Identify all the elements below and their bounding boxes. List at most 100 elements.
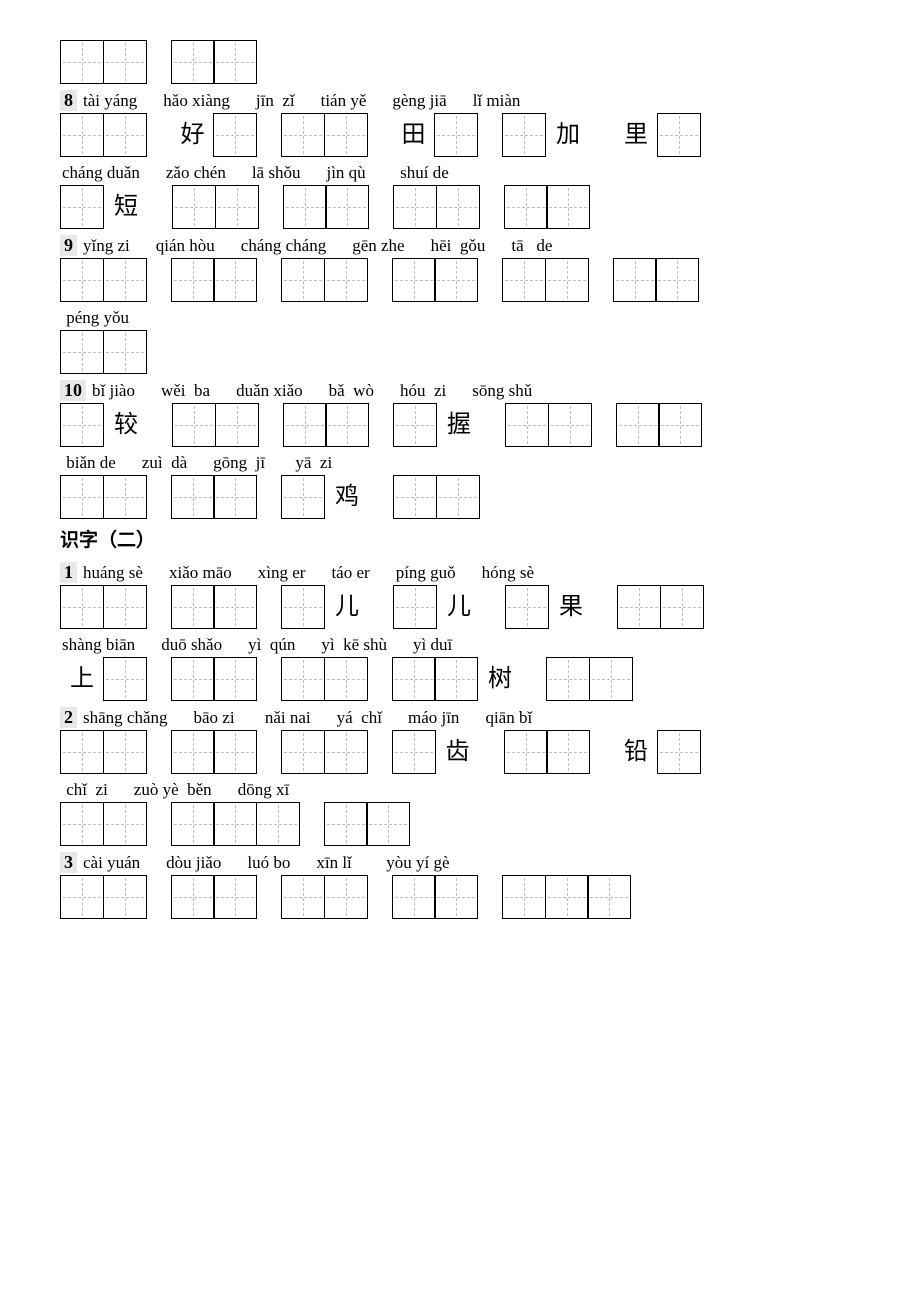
writing-box[interactable] bbox=[660, 585, 704, 629]
writing-box[interactable] bbox=[657, 113, 701, 157]
writing-box[interactable] bbox=[392, 258, 436, 302]
writing-box[interactable] bbox=[60, 585, 104, 629]
given-character: 儿 bbox=[437, 585, 481, 629]
writing-box[interactable] bbox=[281, 258, 325, 302]
writing-box[interactable] bbox=[171, 475, 215, 519]
writing-box[interactable] bbox=[213, 730, 257, 774]
writing-box[interactable] bbox=[171, 40, 215, 84]
writing-box[interactable] bbox=[613, 258, 657, 302]
writing-box[interactable] bbox=[617, 585, 661, 629]
writing-box[interactable] bbox=[545, 258, 589, 302]
writing-box[interactable] bbox=[392, 657, 436, 701]
writing-box[interactable] bbox=[60, 185, 104, 229]
writing-box[interactable] bbox=[658, 403, 702, 447]
writing-box[interactable] bbox=[103, 730, 147, 774]
writing-box[interactable] bbox=[103, 585, 147, 629]
writing-box[interactable] bbox=[546, 657, 590, 701]
writing-box[interactable] bbox=[213, 585, 257, 629]
writing-box[interactable] bbox=[281, 657, 325, 701]
writing-box[interactable] bbox=[505, 403, 549, 447]
writing-box[interactable] bbox=[502, 258, 546, 302]
writing-box[interactable] bbox=[324, 730, 368, 774]
writing-box[interactable] bbox=[436, 475, 480, 519]
writing-box[interactable] bbox=[504, 730, 548, 774]
writing-box[interactable] bbox=[171, 802, 215, 846]
writing-box[interactable] bbox=[60, 730, 104, 774]
writing-box[interactable] bbox=[213, 258, 257, 302]
writing-box[interactable] bbox=[366, 802, 410, 846]
writing-box[interactable] bbox=[281, 585, 325, 629]
writing-box[interactable] bbox=[60, 403, 104, 447]
writing-box[interactable] bbox=[548, 403, 592, 447]
writing-box[interactable] bbox=[502, 113, 546, 157]
writing-box[interactable] bbox=[505, 585, 549, 629]
writing-box[interactable] bbox=[324, 657, 368, 701]
writing-box[interactable] bbox=[281, 730, 325, 774]
writing-box[interactable] bbox=[171, 258, 215, 302]
writing-box[interactable] bbox=[281, 475, 325, 519]
writing-box[interactable] bbox=[213, 802, 257, 846]
writing-box[interactable] bbox=[60, 40, 104, 84]
writing-box[interactable] bbox=[171, 657, 215, 701]
writing-box[interactable] bbox=[60, 330, 104, 374]
pinyin-text: píng guǒ bbox=[396, 563, 456, 583]
writing-box[interactable] bbox=[616, 403, 660, 447]
writing-box[interactable] bbox=[392, 875, 436, 919]
writing-box[interactable] bbox=[324, 875, 368, 919]
writing-box[interactable] bbox=[325, 403, 369, 447]
writing-box[interactable] bbox=[60, 475, 104, 519]
writing-box[interactable] bbox=[103, 475, 147, 519]
writing-box[interactable] bbox=[213, 113, 257, 157]
writing-box[interactable] bbox=[434, 657, 478, 701]
writing-box[interactable] bbox=[103, 40, 147, 84]
writing-box[interactable] bbox=[60, 113, 104, 157]
writing-box[interactable] bbox=[324, 113, 368, 157]
writing-box[interactable] bbox=[60, 802, 104, 846]
writing-box[interactable] bbox=[436, 185, 480, 229]
writing-box[interactable] bbox=[103, 258, 147, 302]
writing-box[interactable] bbox=[172, 185, 216, 229]
writing-box[interactable] bbox=[103, 113, 147, 157]
writing-box[interactable] bbox=[213, 657, 257, 701]
writing-box[interactable] bbox=[325, 185, 369, 229]
writing-box[interactable] bbox=[281, 875, 325, 919]
writing-box[interactable] bbox=[655, 258, 699, 302]
writing-box[interactable] bbox=[103, 875, 147, 919]
writing-box[interactable] bbox=[392, 730, 436, 774]
writing-box[interactable] bbox=[215, 403, 259, 447]
writing-box[interactable] bbox=[589, 657, 633, 701]
writing-box[interactable] bbox=[434, 875, 478, 919]
writing-box[interactable] bbox=[393, 403, 437, 447]
writing-box[interactable] bbox=[60, 875, 104, 919]
writing-box[interactable] bbox=[256, 802, 300, 846]
writing-box[interactable] bbox=[60, 258, 104, 302]
writing-box[interactable] bbox=[281, 113, 325, 157]
writing-box[interactable] bbox=[213, 40, 257, 84]
writing-box[interactable] bbox=[502, 875, 546, 919]
writing-box[interactable] bbox=[393, 475, 437, 519]
writing-box[interactable] bbox=[215, 185, 259, 229]
writing-box[interactable] bbox=[393, 185, 437, 229]
writing-box[interactable] bbox=[434, 113, 478, 157]
writing-box[interactable] bbox=[657, 730, 701, 774]
writing-box[interactable] bbox=[171, 585, 215, 629]
writing-box[interactable] bbox=[171, 875, 215, 919]
writing-box[interactable] bbox=[504, 185, 548, 229]
writing-box[interactable] bbox=[393, 585, 437, 629]
writing-box[interactable] bbox=[324, 802, 368, 846]
writing-box[interactable] bbox=[434, 258, 478, 302]
writing-box[interactable] bbox=[283, 185, 327, 229]
writing-box[interactable] bbox=[545, 875, 589, 919]
writing-box[interactable] bbox=[546, 730, 590, 774]
writing-box[interactable] bbox=[103, 330, 147, 374]
writing-box[interactable] bbox=[213, 475, 257, 519]
writing-box[interactable] bbox=[213, 875, 257, 919]
writing-box[interactable] bbox=[171, 730, 215, 774]
writing-box[interactable] bbox=[172, 403, 216, 447]
writing-box[interactable] bbox=[587, 875, 631, 919]
writing-box[interactable] bbox=[283, 403, 327, 447]
writing-box[interactable] bbox=[103, 657, 147, 701]
writing-box[interactable] bbox=[324, 258, 368, 302]
writing-box[interactable] bbox=[546, 185, 590, 229]
writing-box[interactable] bbox=[103, 802, 147, 846]
